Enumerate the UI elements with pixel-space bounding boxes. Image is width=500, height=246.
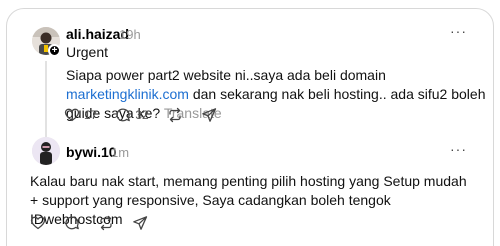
share-icon (201, 108, 216, 122)
reply-button[interactable] (64, 215, 80, 231)
follow-plus-icon[interactable]: + (48, 44, 61, 57)
repost-icon (169, 107, 181, 123)
like-button[interactable]: 17 (64, 107, 97, 123)
username[interactable]: bywi.10 (66, 144, 117, 160)
post-actions: 17 32 (64, 107, 235, 123)
more-options-icon[interactable]: ··· (450, 24, 467, 38)
reply-button[interactable]: 32 (115, 107, 149, 123)
post-tagline: Urgent (66, 44, 109, 60)
share-button[interactable] (132, 215, 148, 231)
comment-icon (65, 216, 79, 230)
timestamp: 1m (111, 145, 130, 160)
heart-icon (30, 216, 46, 230)
reply-count: 32 (135, 108, 149, 122)
thread-connector (45, 61, 47, 137)
like-button[interactable] (30, 215, 46, 231)
post-actions (30, 215, 166, 231)
heart-icon (64, 108, 80, 122)
share-icon (133, 216, 148, 230)
avatar[interactable] (32, 137, 60, 165)
post-text-part: Siapa power part2 website ni..saya ada b… (66, 67, 386, 83)
more-options-icon[interactable]: ··· (450, 142, 467, 156)
share-button[interactable] (201, 107, 217, 123)
like-count: 17 (84, 108, 98, 122)
avatar-image (32, 137, 60, 165)
repost-button[interactable] (167, 107, 183, 123)
repost-icon (100, 215, 112, 231)
timestamp: 19h (119, 27, 141, 42)
repost-button[interactable] (98, 215, 114, 231)
domain-link[interactable]: marketingklinik.com (66, 86, 189, 102)
comment-icon (116, 108, 131, 122)
